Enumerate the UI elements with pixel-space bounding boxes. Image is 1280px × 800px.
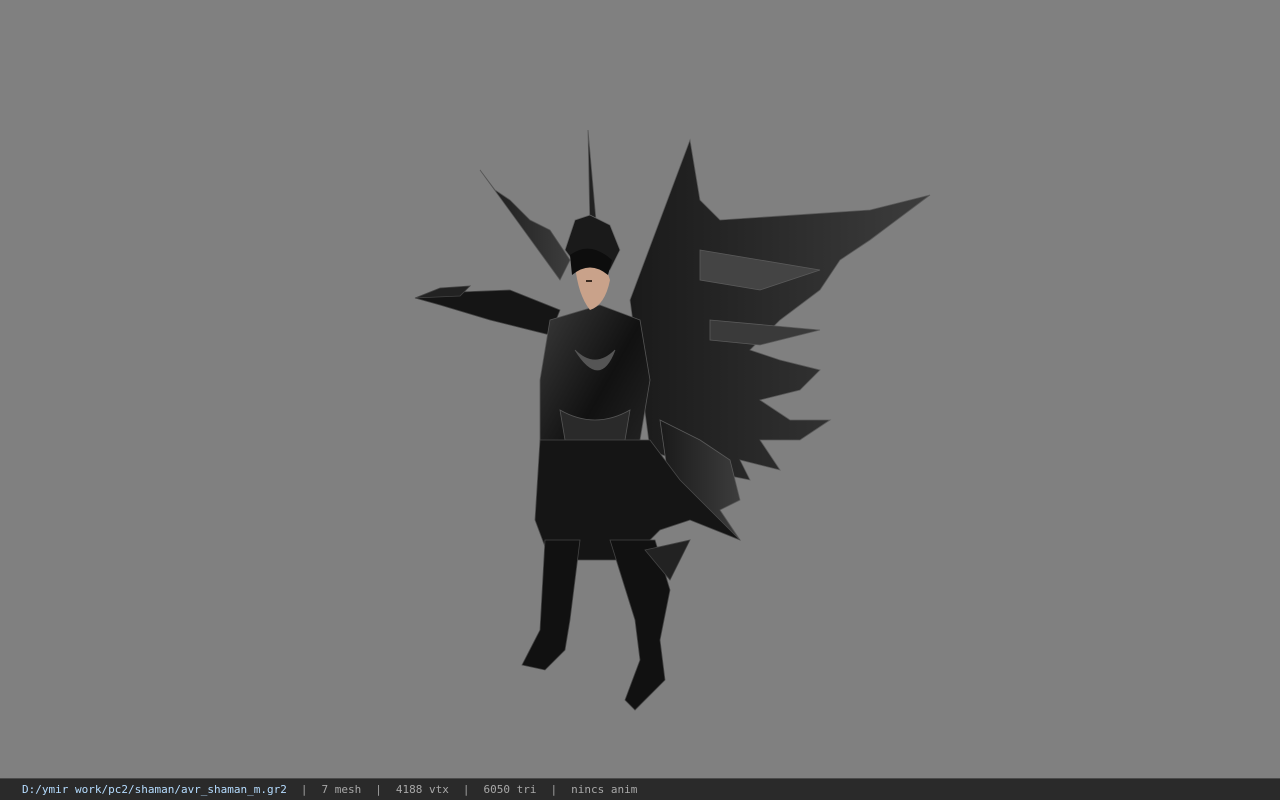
separator: | (375, 783, 382, 796)
head (564, 214, 621, 310)
separator: | (550, 783, 558, 796)
mesh-count: 7 mesh (321, 783, 362, 796)
3d-viewport[interactable] (0, 0, 1280, 778)
animation-status: nincs anim (571, 783, 638, 796)
separator: | (462, 783, 470, 796)
character-model-icon[interactable] (400, 120, 940, 720)
file-path: D:/ymir work/pc2/shaman/avr_shaman_m.gr2 (22, 783, 287, 796)
vertex-count: 4188 vtx (395, 783, 449, 796)
legs (521, 539, 691, 711)
status-bar: D:/ymir work/pc2/shaman/avr_shaman_m.gr2… (0, 778, 1280, 800)
separator: | (300, 783, 308, 796)
left-arm (414, 285, 561, 336)
triangle-count: 6050 tri (483, 783, 537, 796)
